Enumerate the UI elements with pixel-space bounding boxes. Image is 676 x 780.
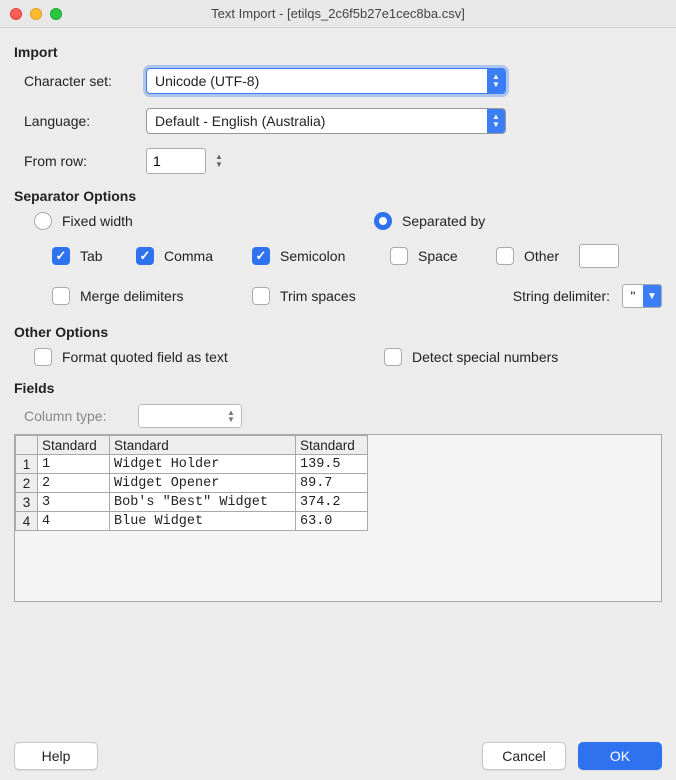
space-label: Space [418,248,458,264]
table-row: 3 3 Bob's "Best" Widget 374.2 [16,493,368,512]
ok-button[interactable]: OK [578,742,662,770]
from-row-input[interactable] [146,148,206,174]
column-header[interactable]: Standard [38,436,110,455]
cell: Blue Widget [110,512,296,531]
column-type-label: Column type: [14,408,138,424]
cell: 63.0 [296,512,368,531]
string-delimiter-label: String delimiter: [513,288,610,304]
tab-label: Tab [80,248,103,264]
from-row-stepper[interactable]: ▲▼ [212,150,226,172]
cell: 1 [38,455,110,474]
other-label: Other [524,248,559,264]
string-delimiter-combo[interactable]: " ▼ [622,284,662,308]
fixed-width-radio[interactable] [34,212,52,230]
semicolon-label: Semicolon [280,248,345,264]
cell: 374.2 [296,493,368,512]
column-header[interactable]: Standard [110,436,296,455]
charset-label: Character set: [14,73,146,89]
comma-checkbox[interactable] [136,247,154,265]
corner-cell [16,436,38,455]
other-options-heading: Other Options [14,324,662,340]
language-label: Language: [14,113,146,129]
table-header-row: Standard Standard Standard [16,436,368,455]
import-heading: Import [14,44,662,60]
language-value: Default - English (Australia) [155,113,325,129]
cancel-button[interactable]: Cancel [482,742,566,770]
other-checkbox[interactable] [496,247,514,265]
from-row-label: From row: [14,153,146,169]
quoted-text-label: Format quoted field as text [62,349,228,365]
semicolon-checkbox[interactable] [252,247,270,265]
charset-combo[interactable]: Unicode (UTF-8) ▲▼ [146,68,506,94]
trim-spaces-label: Trim spaces [280,288,356,304]
separator-heading: Separator Options [14,188,662,204]
cell: 3 [38,493,110,512]
tab-checkbox[interactable] [52,247,70,265]
help-button[interactable]: Help [14,742,98,770]
table-row: 2 2 Widget Opener 89.7 [16,474,368,493]
row-number: 4 [16,512,38,531]
cell: 89.7 [296,474,368,493]
detect-numbers-label: Detect special numbers [412,349,558,365]
row-number: 1 [16,455,38,474]
combo-arrows-icon: ▲▼ [487,69,505,93]
fields-preview[interactable]: Standard Standard Standard 1 1 Widget Ho… [14,434,662,602]
language-combo[interactable]: Default - English (Australia) ▲▼ [146,108,506,134]
quoted-text-checkbox[interactable] [34,348,52,366]
cell: 139.5 [296,455,368,474]
cell: Bob's "Best" Widget [110,493,296,512]
window-titlebar: Text Import - [etilqs_2c6f5b27e1cec8ba.c… [0,0,676,28]
row-number: 2 [16,474,38,493]
cell: Widget Holder [110,455,296,474]
cell: 4 [38,512,110,531]
cell: Widget Opener [110,474,296,493]
chevron-down-icon: ▼ [643,284,661,308]
merge-delimiters-label: Merge delimiters [80,288,183,304]
fields-heading: Fields [14,380,662,396]
window-title: Text Import - [etilqs_2c6f5b27e1cec8ba.c… [0,6,676,21]
detect-numbers-checkbox[interactable] [384,348,402,366]
trim-spaces-checkbox[interactable] [252,287,270,305]
space-checkbox[interactable] [390,247,408,265]
charset-value: Unicode (UTF-8) [155,73,259,89]
table-row: 4 4 Blue Widget 63.0 [16,512,368,531]
cell: 2 [38,474,110,493]
separated-by-label: Separated by [402,213,485,229]
row-number: 3 [16,493,38,512]
column-header[interactable]: Standard [296,436,368,455]
column-type-combo[interactable]: ▲▼ [138,404,242,428]
preview-table: Standard Standard Standard 1 1 Widget Ho… [15,435,368,531]
table-row: 1 1 Widget Holder 139.5 [16,455,368,474]
string-delimiter-value: " [623,288,643,304]
combo-arrows-icon: ▲▼ [487,109,505,133]
merge-delimiters-checkbox[interactable] [52,287,70,305]
fixed-width-label: Fixed width [62,213,133,229]
combo-arrows-icon: ▲▼ [224,409,238,423]
comma-label: Comma [164,248,213,264]
other-delimiter-input[interactable] [579,244,619,268]
separated-by-radio[interactable] [374,212,392,230]
